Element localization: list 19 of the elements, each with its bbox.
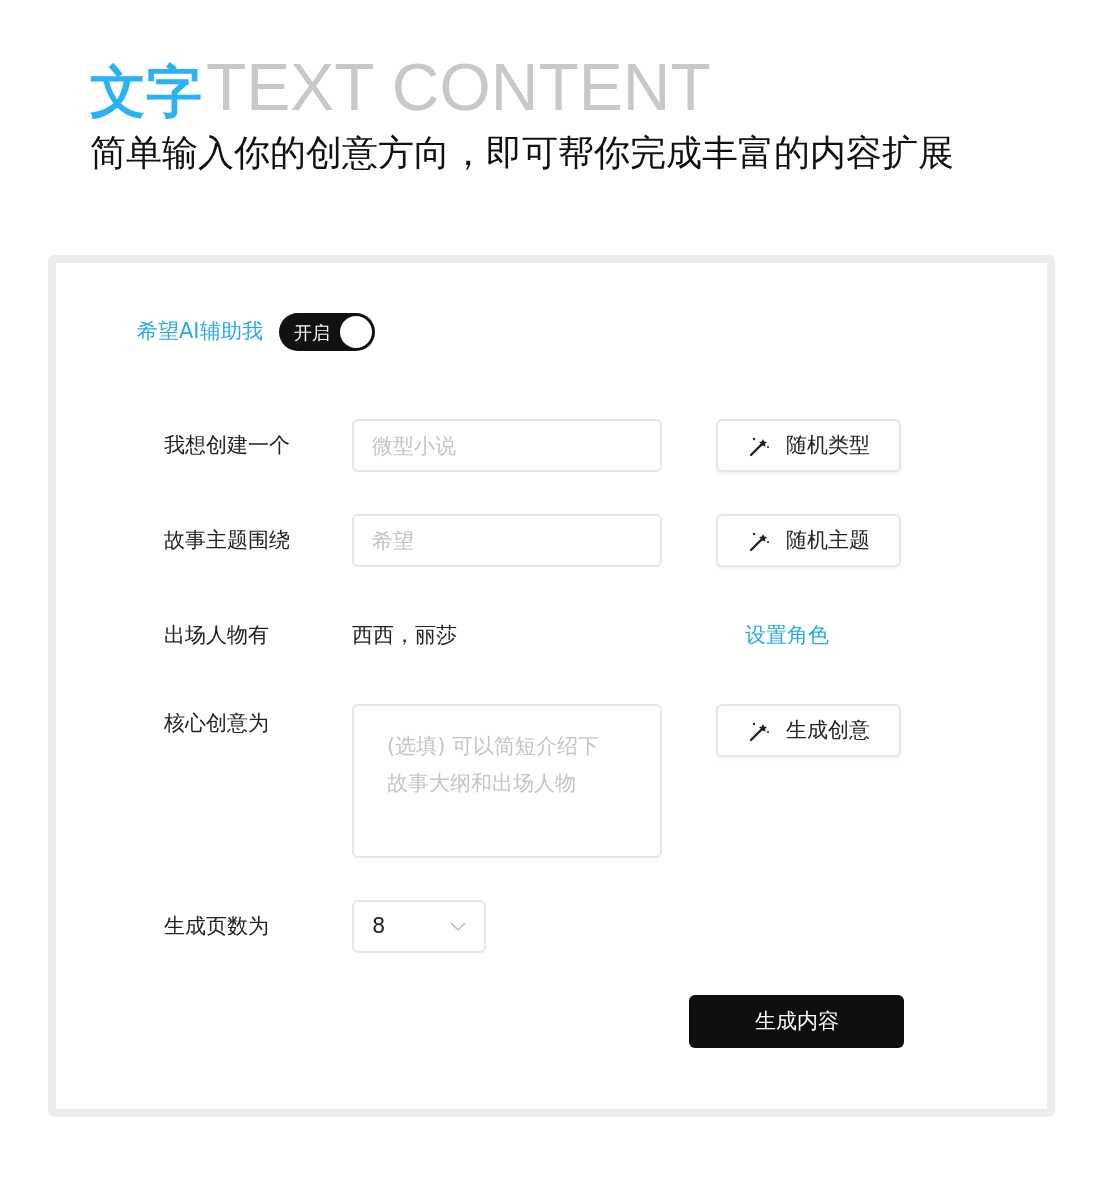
toggle-label: 希望AI辅助我 [137, 318, 263, 346]
field-label: 核心创意为 [164, 710, 270, 737]
page-count-select[interactable]: 8 [352, 900, 486, 953]
text-field[interactable]: 微型小说 [352, 419, 662, 472]
field-label: 生成页数为 [164, 912, 270, 940]
section-title: 文字 [90, 64, 202, 120]
subtitle: 简单输入你的创意方向，即可帮你完成丰富的内容扩展 [90, 131, 955, 175]
chevron-down-icon [450, 921, 466, 932]
generate-content-button[interactable]: 生成内容 [689, 995, 904, 1048]
action-button[interactable]: 随机主题 [716, 514, 901, 567]
field-label: 我想创建一个 [164, 431, 291, 459]
field-label: 出场人物有 [164, 621, 270, 649]
characters-value: 西西，丽莎 [352, 621, 458, 649]
idea-textarea[interactable]: (选填) 可以简短介绍下故事大纲和出场人物 [352, 704, 662, 858]
text-field[interactable]: 希望 [352, 514, 662, 567]
ai-toggle[interactable]: 开启 [278, 313, 375, 351]
field-label: 故事主题围绕 [164, 526, 291, 554]
action-button[interactable]: 生成创意 [716, 704, 901, 757]
action-button[interactable]: 随机类型 [716, 419, 901, 472]
